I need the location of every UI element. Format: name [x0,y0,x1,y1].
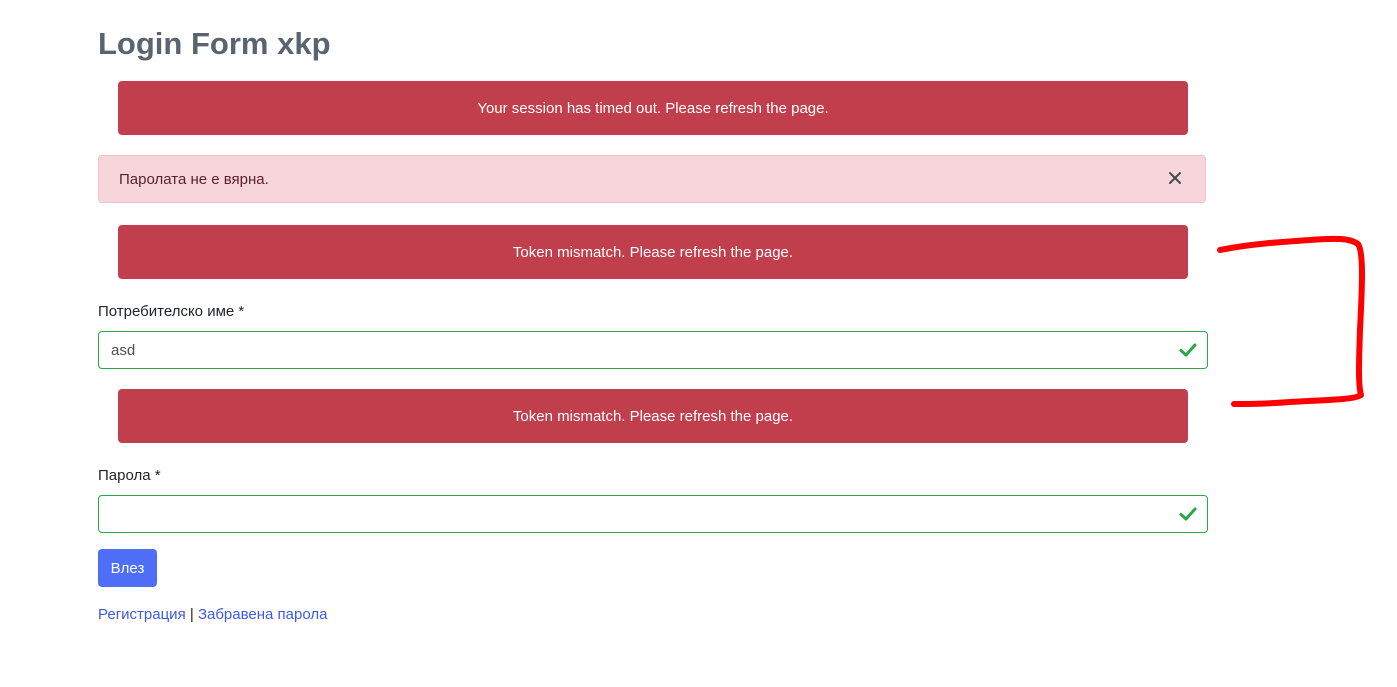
password-field-wrapper [98,495,1208,533]
link-separator: | [189,606,194,623]
token-mismatch-toast: Token mismatch. Please refresh the page. [118,389,1188,443]
password-label: Парола * [98,467,161,484]
alert-message: Паролата не е вярна. [119,171,269,188]
session-timeout-toast: Your session has timed out. Please refre… [118,81,1188,135]
auth-links: Регистрация | Забравена парола [98,606,327,623]
login-page: Login Form xkp Your session has timed ou… [0,0,1397,687]
password-input[interactable] [99,496,1159,532]
toast-message: Your session has timed out. Please refre… [477,99,829,117]
page-title: Login Form xkp [98,26,331,61]
username-input[interactable] [99,332,1159,368]
forgot-password-link[interactable]: Забравена парола [198,606,328,623]
register-link[interactable]: Регистрация [98,606,186,623]
username-field-wrapper [98,331,1208,369]
check-icon [1179,341,1197,359]
check-icon [1179,505,1197,523]
toast-message: Token mismatch. Please refresh the page. [512,407,794,425]
red-bracket-annotation [1217,235,1365,407]
error-alert: Паролата не е вярна. [98,155,1206,203]
username-label: Потребителско име * [98,303,245,320]
login-button[interactable]: Влез [98,549,157,587]
token-mismatch-toast: Token mismatch. Please refresh the page. [118,225,1188,279]
toast-message: Token mismatch. Please refresh the page. [512,243,794,261]
close-icon[interactable] [1165,168,1185,188]
